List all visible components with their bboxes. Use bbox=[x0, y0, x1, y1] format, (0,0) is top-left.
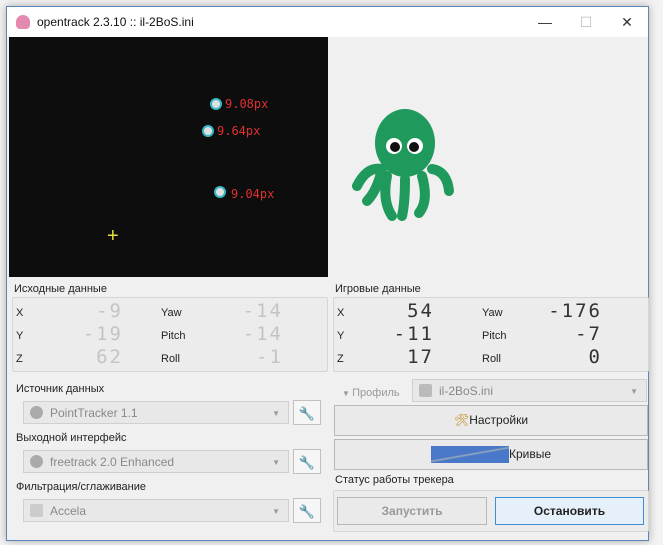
game-x-value: 54 bbox=[407, 300, 434, 322]
tracking-point bbox=[202, 125, 214, 137]
curve-graph-icon bbox=[430, 446, 509, 464]
app-octopus-icon bbox=[16, 15, 30, 29]
axis-label: Y bbox=[337, 330, 345, 342]
point-size-label: 9.64px bbox=[217, 124, 261, 138]
wrench-icon: 🔧 bbox=[298, 455, 316, 470]
raw-data-panel: X -9 Yaw -14 Y -19 Pitch -14 Z 62 Roll -… bbox=[12, 297, 328, 372]
raw-x-value: -9 bbox=[96, 300, 123, 322]
game-data-title: Игровые данные bbox=[335, 283, 421, 295]
status-panel: Запустить Остановить bbox=[333, 490, 649, 532]
game-roll-value: 0 bbox=[588, 346, 602, 368]
main-window: opentrack 2.3.10 :: il-2BoS.ini — ☐ ✕ 9.… bbox=[6, 6, 649, 541]
raw-y-value: -19 bbox=[82, 323, 123, 345]
axis-label: Roll bbox=[482, 353, 501, 365]
output-settings-button[interactable]: 🔧 bbox=[293, 449, 321, 474]
chevron-down-icon: ▼ bbox=[272, 507, 280, 516]
tracking-point bbox=[214, 186, 226, 198]
axis-label: Yaw bbox=[161, 307, 182, 319]
chevron-down-icon: ▼ bbox=[272, 409, 280, 418]
protocol-icon bbox=[30, 455, 43, 468]
game-y-value: -11 bbox=[393, 323, 434, 345]
minimize-button[interactable]: — bbox=[525, 11, 565, 33]
axis-label: Pitch bbox=[482, 330, 507, 342]
raw-pitch-value: -14 bbox=[242, 323, 283, 345]
tracking-point bbox=[210, 98, 222, 110]
crosshair-icon: + bbox=[107, 225, 119, 247]
filter-value: Accela bbox=[50, 504, 87, 518]
tracker-icon bbox=[30, 406, 43, 419]
source-select[interactable]: PointTracker 1.1 ▼ bbox=[23, 401, 289, 424]
source-value: PointTracker 1.1 bbox=[50, 406, 138, 420]
axis-label: Roll bbox=[161, 353, 180, 365]
point-size-label: 9.04px bbox=[231, 187, 275, 201]
curves-button[interactable]: Кривые bbox=[334, 439, 648, 470]
profile-menu[interactable]: ▼ Профиль bbox=[342, 387, 400, 399]
window-title: opentrack 2.3.10 :: il-2BoS.ini bbox=[37, 15, 194, 29]
title-bar: opentrack 2.3.10 :: il-2BoS.ini — ☐ ✕ bbox=[7, 7, 648, 37]
output-label: Выходной интерфейс bbox=[16, 432, 127, 444]
curves-label: Кривые bbox=[508, 447, 552, 461]
octopus-pose-icon bbox=[352, 109, 454, 221]
start-button[interactable]: Запустить bbox=[337, 497, 487, 525]
status-label: Статус работы трекера bbox=[335, 474, 454, 486]
wrench-icon: 🔧 bbox=[298, 406, 316, 421]
output-select[interactable]: freetrack 2.0 Enhanced ▼ bbox=[23, 450, 289, 473]
wrench-icon: 🔧 bbox=[298, 504, 316, 519]
tools-icon: 🛠 bbox=[453, 413, 470, 427]
chevron-down-icon: ▼ bbox=[272, 458, 280, 467]
settings-label: Настройки bbox=[469, 413, 529, 427]
axis-label: X bbox=[16, 307, 24, 319]
profile-select[interactable]: il-2BoS.ini ▼ bbox=[412, 379, 647, 402]
profile-label: Профиль bbox=[352, 387, 400, 399]
maximize-button[interactable]: ☐ bbox=[566, 11, 606, 33]
axis-label: Z bbox=[337, 353, 344, 365]
filter-select[interactable]: Accela ▼ bbox=[23, 499, 289, 522]
source-label: Источник данных bbox=[16, 383, 105, 395]
profile-value: il-2BoS.ini bbox=[439, 384, 494, 398]
game-z-value: 17 bbox=[407, 346, 434, 368]
raw-yaw-value: -14 bbox=[242, 300, 283, 322]
point-size-label: 9.08px bbox=[225, 97, 269, 111]
axis-label: Y bbox=[16, 330, 24, 342]
game-pitch-value: -7 bbox=[575, 323, 602, 345]
stop-button[interactable]: Остановить bbox=[495, 497, 644, 525]
file-icon bbox=[419, 384, 432, 397]
axis-label: Z bbox=[16, 353, 23, 365]
axis-label: Yaw bbox=[482, 307, 503, 319]
raw-z-value: 62 bbox=[96, 346, 123, 368]
axis-label: Pitch bbox=[161, 330, 186, 342]
game-yaw-value: -176 bbox=[548, 300, 602, 322]
axis-label: X bbox=[337, 307, 345, 319]
chevron-down-icon: ▼ bbox=[342, 389, 353, 398]
filter-settings-button[interactable]: 🔧 bbox=[293, 498, 321, 523]
chevron-down-icon: ▼ bbox=[630, 387, 638, 396]
game-data-panel: X 54 Yaw -176 Y -11 Pitch -7 Z 17 Roll 0 bbox=[333, 297, 649, 372]
output-value: freetrack 2.0 Enhanced bbox=[50, 455, 175, 469]
filter-label: Фильтрация/сглаживание bbox=[16, 481, 147, 493]
camera-preview: 9.08px 9.64px 9.04px + bbox=[9, 37, 328, 277]
settings-button[interactable]: 🛠Настройки bbox=[334, 405, 648, 436]
source-settings-button[interactable]: 🔧 bbox=[293, 400, 321, 425]
close-button[interactable]: ✕ bbox=[607, 11, 647, 33]
raw-roll-value: -1 bbox=[256, 346, 283, 368]
filter-icon bbox=[30, 504, 43, 517]
raw-data-title: Исходные данные bbox=[14, 283, 107, 295]
